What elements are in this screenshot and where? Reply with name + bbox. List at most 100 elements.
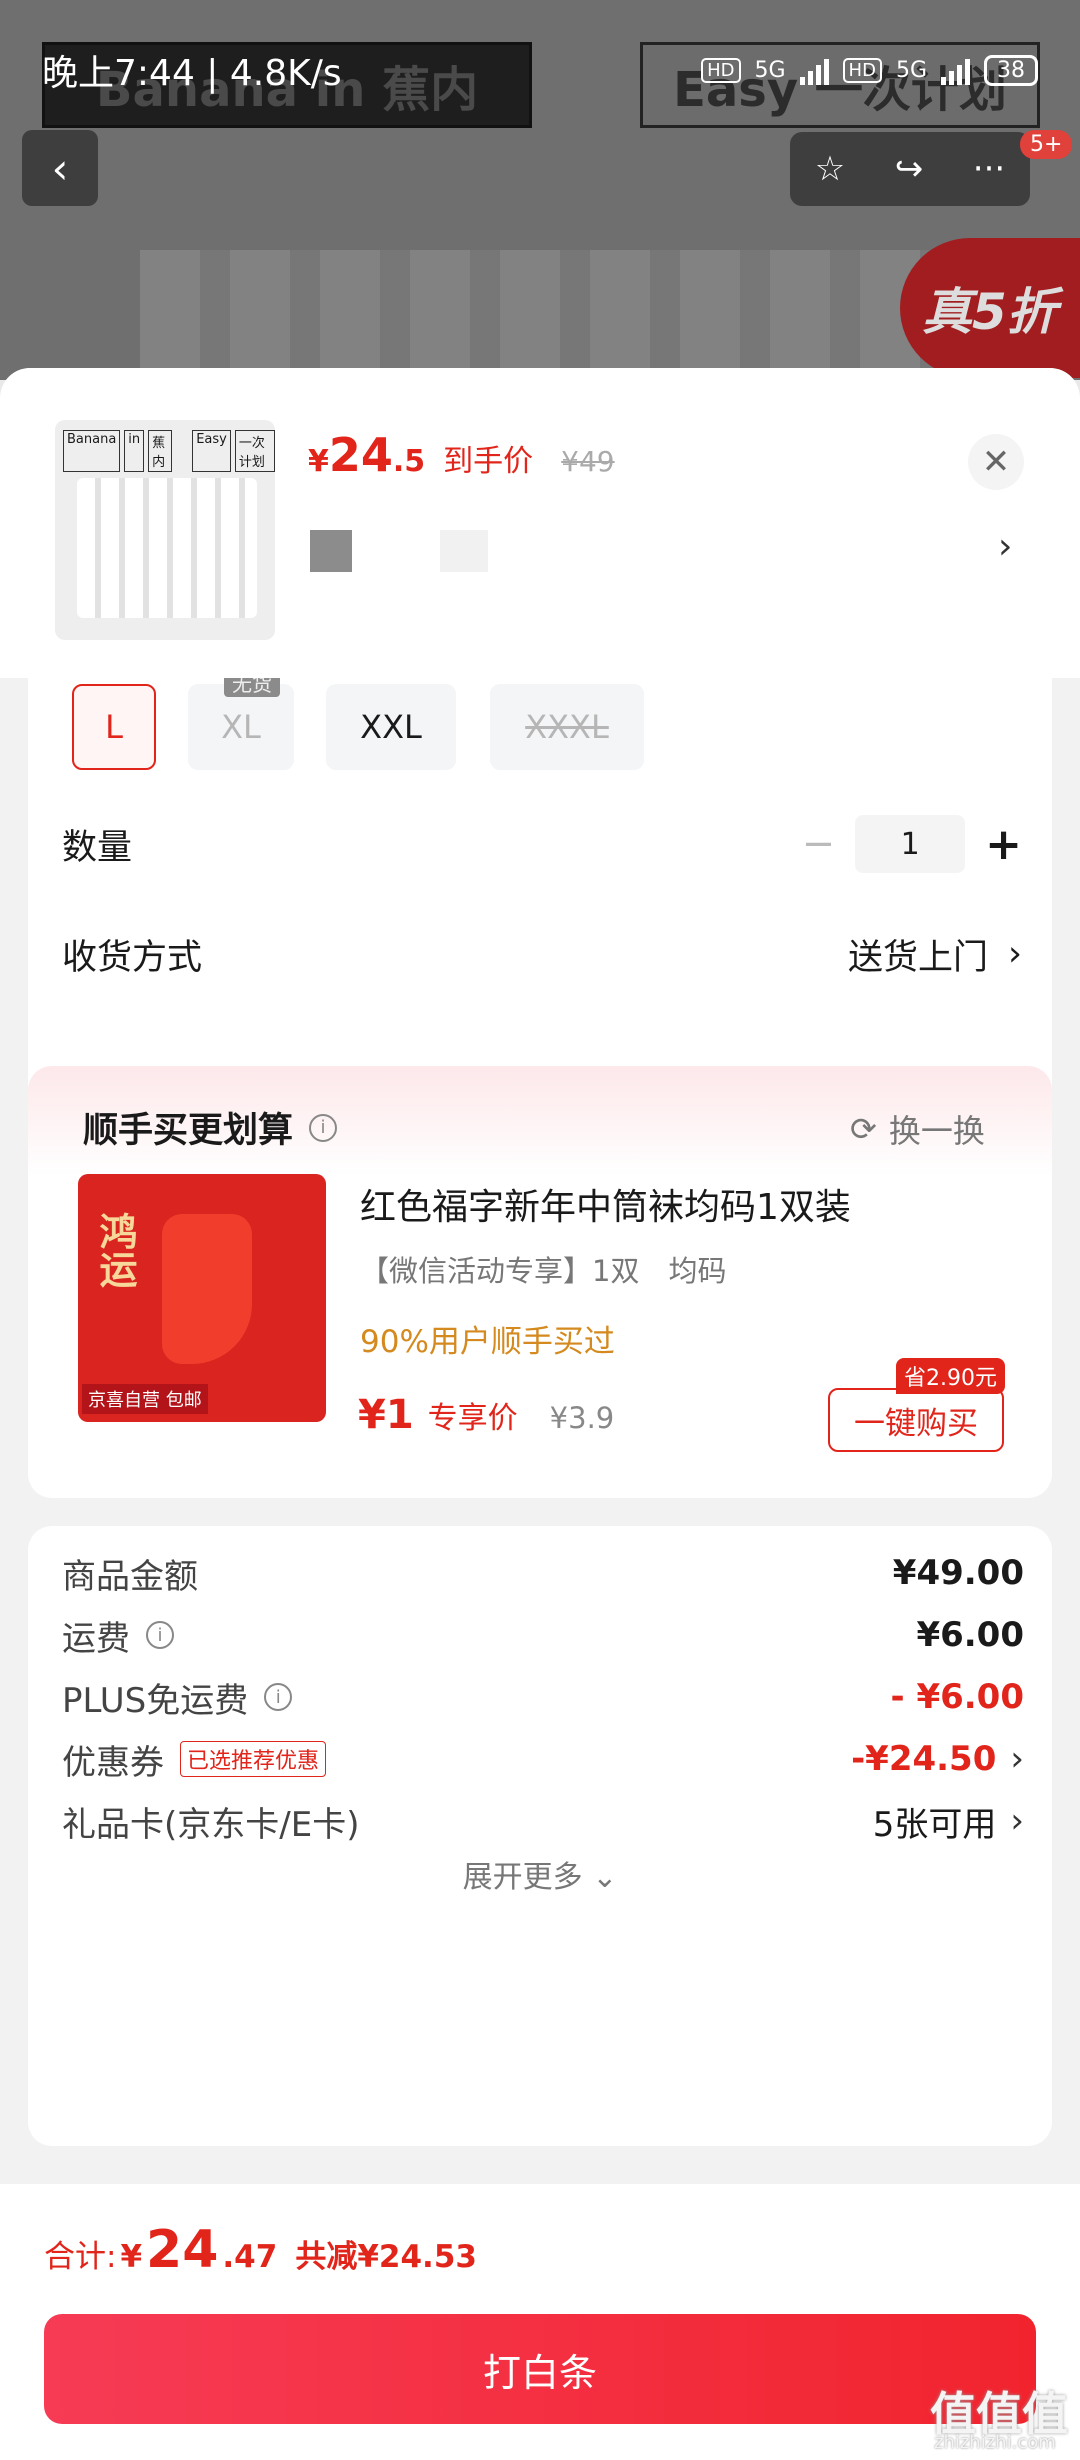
price-row: ¥24.5 到手价 ¥49 bbox=[308, 428, 615, 482]
coupon-value: -¥24.50 bbox=[851, 1739, 997, 1779]
refresh-icon: ⟳ bbox=[850, 1110, 877, 1148]
star-icon[interactable]: ☆ bbox=[815, 149, 845, 189]
quantity-stepper: − 1 + bbox=[802, 815, 1022, 873]
info-icon[interactable]: i bbox=[264, 1683, 293, 1711]
delivery-row[interactable]: 收货方式 送货上门 › bbox=[62, 914, 1022, 994]
thumb-brand-text: 一次计划 bbox=[234, 430, 275, 472]
addon-title: 顺手买更划算 i bbox=[83, 1102, 338, 1153]
goods-amount-value: ¥49.00 bbox=[892, 1553, 1024, 1593]
plus-free-shipping-value: - ¥6.00 bbox=[890, 1677, 1025, 1717]
share-icon[interactable]: ↪ bbox=[895, 149, 924, 189]
info-icon[interactable]: i bbox=[309, 1113, 338, 1142]
original-price: ¥49 bbox=[561, 445, 615, 478]
sku-bottom-sheet: Banana in 蕉内 Easy 一次计划 ¥24.5 到手价 ¥49 ✕ ›… bbox=[0, 368, 1080, 2460]
coupon-recommend-tag: 已选推荐优惠 bbox=[180, 1741, 327, 1777]
addon-image-text: 鸿运 bbox=[93, 1212, 137, 1288]
addon-image-tag: 京喜自营 包邮 bbox=[82, 1384, 208, 1414]
socks-image bbox=[77, 478, 257, 618]
status-bar: 晚上7:44 | 4.8K/s HD 5G HD 5G 38 bbox=[0, 40, 1080, 100]
product-header: Banana in 蕉内 Easy 一次计划 ¥24.5 到手价 ¥49 ✕ › bbox=[0, 368, 1080, 678]
selected-spec-swatch-2 bbox=[440, 530, 488, 572]
chevron-right-icon: › bbox=[1010, 1739, 1024, 1779]
gift-card-value: 5张可用 bbox=[872, 1804, 997, 1845]
minus-button[interactable]: − bbox=[802, 821, 836, 867]
addon-product-name[interactable]: 红色福字新年中筒袜均码1双装 bbox=[360, 1178, 851, 1230]
delivery-value-wrap: 送货上门 › bbox=[848, 929, 1022, 980]
hd-icon-2: HD bbox=[842, 57, 882, 83]
goods-amount-label: 商品金额 bbox=[62, 1556, 198, 1597]
thumb-brand-text: Banana bbox=[63, 430, 121, 472]
addon-product-spec: 【微信活动专享】1双 均码 bbox=[360, 1254, 727, 1288]
gift-card-label: 礼品卡(京东卡/E卡) bbox=[62, 1804, 360, 1845]
freight-value: ¥6.00 bbox=[916, 1615, 1024, 1655]
final-price: ¥24.5 bbox=[308, 428, 425, 482]
size-chip-l[interactable]: L bbox=[72, 684, 156, 770]
one-click-buy-button[interactable]: 一键购买 bbox=[828, 1388, 1004, 1452]
swap-button[interactable]: ⟳ 换一换 bbox=[850, 1106, 985, 1152]
thumb-brand-text: Easy bbox=[192, 430, 231, 472]
coupon-value-wrap: -¥24.50 › bbox=[851, 1739, 1024, 1779]
quantity-label: 数量 bbox=[62, 827, 133, 868]
thumbnail-brand-bar: Banana in 蕉内 Easy 一次计划 bbox=[63, 430, 275, 472]
quantity-row: 数量 − 1 + bbox=[62, 804, 1022, 884]
hd-icon: HD bbox=[701, 57, 741, 83]
size-chip-xxxl[interactable]: XXXL bbox=[490, 684, 644, 770]
plus-free-shipping-row: PLUS免运费 i - ¥6.00 bbox=[62, 1662, 1024, 1732]
gift-card-value-wrap: 5张可用 › bbox=[873, 1797, 1024, 1846]
order-summary-card: 商品金额 ¥49.00 运费 i ¥6.00 PLUS免运费 i - ¥6.00… bbox=[28, 1526, 1052, 2146]
thumb-brand-text: 蕉内 bbox=[148, 430, 173, 472]
signal-icon-2 bbox=[941, 55, 970, 85]
addon-price-tag: 专享价 bbox=[427, 1401, 518, 1436]
addon-original-price: ¥3.9 bbox=[549, 1401, 615, 1435]
message-badge: 5+ bbox=[1020, 130, 1073, 159]
status-time: 晚上7:44 | 4.8K/s bbox=[42, 53, 342, 94]
more-icon[interactable]: ··· bbox=[973, 149, 1005, 189]
selected-spec-swatch[interactable] bbox=[310, 530, 352, 572]
signal-icon bbox=[799, 55, 829, 85]
addon-price: ¥1 bbox=[358, 1392, 414, 1438]
total-amount: 合计: ¥ 24 .47 共减¥24.53 bbox=[44, 2220, 477, 2280]
total-symbol: ¥ bbox=[120, 2239, 143, 2275]
background-page: Banana in 蕉内 Easy 一次计划 晚上7:44 | 4.8K/s H… bbox=[0, 0, 1080, 380]
red-sock-illustration bbox=[162, 1214, 252, 1364]
delivery-value: 送货上门 bbox=[847, 937, 988, 978]
plus-button[interactable]: + bbox=[985, 819, 1022, 870]
price-tag: 到手价 bbox=[443, 444, 534, 479]
addon-title-text: 顺手买更划算 bbox=[83, 1111, 294, 1151]
close-button[interactable]: ✕ bbox=[968, 434, 1024, 490]
freight-row: 运费 i ¥6.00 bbox=[62, 1600, 1024, 1670]
price-decimal: .5 bbox=[392, 444, 426, 479]
coupon-label: 优惠券 bbox=[62, 1742, 164, 1783]
battery-icon: 38 bbox=[984, 54, 1038, 86]
total-label: 合计: bbox=[44, 2239, 117, 2275]
chevron-right-icon: › bbox=[1010, 1801, 1024, 1841]
expand-more-button[interactable]: 展开更多 ⌄ bbox=[28, 1852, 1052, 1896]
promo-banner: 真5折 bbox=[900, 238, 1080, 378]
chevron-right-icon: › bbox=[1008, 934, 1022, 974]
plus-free-shipping-label: PLUS免运费 bbox=[62, 1680, 249, 1721]
product-thumbnail[interactable]: Banana in 蕉内 Easy 一次计划 bbox=[55, 420, 275, 640]
swap-label: 换一换 bbox=[888, 1112, 985, 1150]
delivery-label: 收货方式 bbox=[62, 937, 203, 978]
gift-card-row[interactable]: 礼品卡(京东卡/E卡) 5张可用 › bbox=[62, 1786, 1024, 1856]
network-type-2: 5G bbox=[895, 57, 927, 83]
addon-social-proof: 90%用户顺手买过 bbox=[360, 1324, 615, 1360]
chevron-left-icon: ‹ bbox=[51, 143, 69, 193]
price-integer: 24 bbox=[328, 428, 393, 482]
price-symbol: ¥ bbox=[308, 444, 329, 479]
size-chip-xxl[interactable]: XXL bbox=[326, 684, 456, 770]
pay-with-baitiao-button[interactable]: 打白条 bbox=[44, 2314, 1036, 2424]
chevron-right-icon[interactable]: › bbox=[998, 526, 1012, 567]
addon-product-image[interactable]: 鸿运 京喜自营 包邮 bbox=[78, 1174, 326, 1422]
coupon-row[interactable]: 优惠券 已选推荐优惠 -¥24.50 › bbox=[62, 1724, 1024, 1794]
info-icon[interactable]: i bbox=[146, 1621, 174, 1649]
background-product-image bbox=[140, 250, 940, 380]
back-button[interactable]: ‹ bbox=[22, 130, 98, 206]
quantity-input[interactable]: 1 bbox=[855, 815, 966, 873]
network-type: 5G bbox=[754, 57, 786, 83]
thumb-brand-text: in bbox=[124, 430, 145, 472]
addon-price-row: ¥1 专享价 ¥3.9 bbox=[358, 1392, 614, 1438]
addon-recommendation-card: 顺手买更划算 i ⟳ 换一换 鸿运 京喜自营 包邮 红色福字新年中筒袜均码1双装… bbox=[28, 1066, 1052, 1498]
total-reduction: 共减¥24.53 bbox=[295, 2239, 477, 2275]
checkout-footer: 合计: ¥ 24 .47 共减¥24.53 打白条 bbox=[0, 2184, 1080, 2460]
